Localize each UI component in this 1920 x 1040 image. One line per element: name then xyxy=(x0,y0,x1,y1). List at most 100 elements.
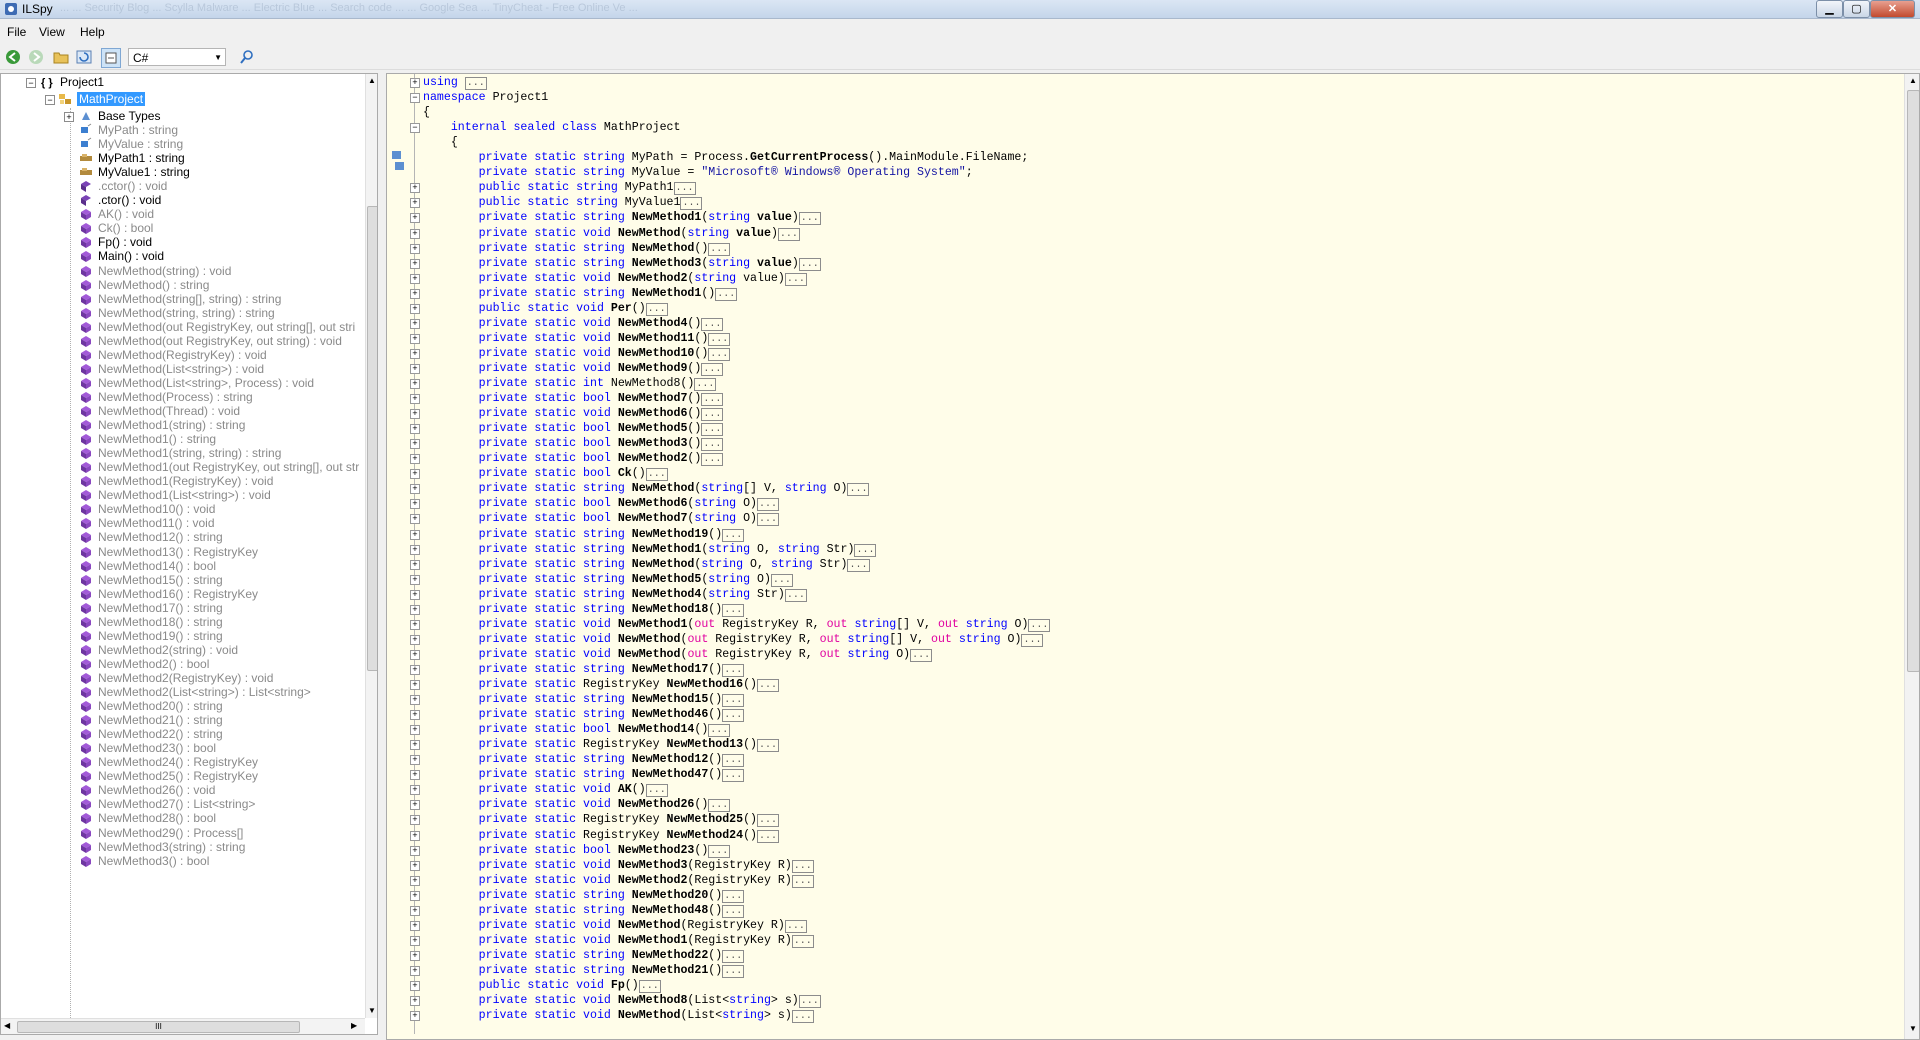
collapsed-region-marker[interactable]: ... xyxy=(708,242,731,256)
collapsed-region-marker[interactable]: ... xyxy=(791,874,814,888)
expand-fold-icon[interactable]: + xyxy=(410,785,420,796)
expand-fold-icon[interactable]: + xyxy=(410,529,420,540)
expand-fold-icon[interactable]: + xyxy=(410,484,420,495)
collapsed-region-marker[interactable]: ... xyxy=(645,468,668,482)
expand-fold-icon[interactable]: + xyxy=(410,815,420,826)
collapsed-region-marker[interactable]: ... xyxy=(722,904,745,918)
collapsed-region-marker[interactable]: ... xyxy=(701,408,724,422)
expand-fold-icon[interactable]: + xyxy=(410,198,420,209)
collapsed-region-marker[interactable]: ... xyxy=(756,814,779,828)
collapsed-region-marker[interactable]: ... xyxy=(722,663,745,677)
collapsed-region-marker[interactable]: ... xyxy=(722,528,745,542)
expand-fold-icon[interactable]: + xyxy=(410,740,420,751)
expand-base-types-expander[interactable]: + xyxy=(64,112,74,122)
scroll-right-icon[interactable]: ▶ xyxy=(351,1021,357,1030)
collapsed-region-marker[interactable]: ... xyxy=(784,272,807,286)
menu-help[interactable]: Help xyxy=(80,25,105,39)
collapsed-region-marker[interactable]: ... xyxy=(757,498,780,512)
collapsed-region-marker[interactable]: ... xyxy=(910,648,933,662)
collapse-project-expander[interactable]: − xyxy=(26,78,36,88)
collapsed-region-marker[interactable]: ... xyxy=(784,919,807,933)
expand-fold-icon[interactable]: + xyxy=(410,800,420,811)
expand-fold-icon[interactable]: + xyxy=(410,890,420,901)
scroll-down-icon[interactable]: ▼ xyxy=(1909,1024,1917,1033)
collapsed-region-marker[interactable]: ... xyxy=(708,347,731,361)
expand-fold-icon[interactable]: + xyxy=(410,619,420,630)
collapsed-region-marker[interactable]: ... xyxy=(708,332,731,346)
expand-fold-icon[interactable]: + xyxy=(410,213,420,224)
collapsed-region-marker[interactable]: ... xyxy=(757,513,780,527)
expand-fold-icon[interactable]: + xyxy=(410,695,420,706)
collapsed-region-marker[interactable]: ... xyxy=(701,423,724,437)
expand-fold-icon[interactable]: + xyxy=(410,228,420,239)
expand-fold-icon[interactable]: + xyxy=(410,379,420,389)
minimize-button[interactable]: ▁ xyxy=(1816,0,1843,18)
collapsed-region-marker[interactable]: ... xyxy=(715,287,738,301)
collapsed-region-marker[interactable]: ... xyxy=(756,739,779,753)
expand-fold-icon[interactable]: + xyxy=(410,424,420,435)
collapse-fold-icon[interactable]: − xyxy=(410,123,420,134)
expand-fold-icon[interactable]: + xyxy=(410,589,420,600)
collapsed-region-marker[interactable]: ... xyxy=(722,964,745,978)
tree-scroll-thumb[interactable] xyxy=(367,206,377,671)
collapsed-region-marker[interactable]: ... xyxy=(701,453,724,467)
expand-fold-icon[interactable]: + xyxy=(410,514,420,525)
expand-fold-icon[interactable]: + xyxy=(410,649,420,660)
expand-fold-icon[interactable]: + xyxy=(410,875,420,886)
expand-fold-icon[interactable]: + xyxy=(410,333,420,344)
collapsed-region-marker[interactable]: ... xyxy=(701,362,724,376)
collapsed-region-marker[interactable]: ... xyxy=(798,995,821,1009)
expand-fold-icon[interactable]: + xyxy=(410,183,420,194)
expand-fold-icon[interactable]: + xyxy=(410,318,420,329)
code-scroll-thumb[interactable] xyxy=(1907,90,1919,672)
collapsed-region-marker[interactable]: ... xyxy=(722,709,745,723)
collapsed-region-marker[interactable]: ... xyxy=(708,724,731,738)
expand-fold-icon[interactable]: + xyxy=(410,710,420,721)
tree-hscroll-thumb[interactable]: III xyxy=(17,1021,300,1033)
expand-fold-icon[interactable]: + xyxy=(410,770,420,781)
expand-fold-icon[interactable]: + xyxy=(410,950,420,961)
search-icon[interactable] xyxy=(238,48,256,66)
expand-fold-icon[interactable]: + xyxy=(410,845,420,856)
collapsed-region-marker[interactable]: ... xyxy=(708,844,731,858)
collapsed-region-marker[interactable]: ... xyxy=(701,317,724,331)
expand-fold-icon[interactable]: + xyxy=(410,830,420,841)
tree-vertical-scrollbar[interactable]: ▲ ▼ xyxy=(365,74,377,1018)
expand-fold-icon[interactable]: + xyxy=(410,755,420,766)
expand-fold-icon[interactable]: + xyxy=(410,634,420,645)
expand-fold-icon[interactable]: + xyxy=(410,78,420,88)
collapsed-region-marker[interactable]: ... xyxy=(673,182,696,196)
scroll-up-icon[interactable]: ▲ xyxy=(368,76,376,85)
tree-horizontal-scrollbar[interactable]: ◀ III ▶ xyxy=(1,1018,365,1034)
collapsed-region-marker[interactable]: ... xyxy=(756,829,779,843)
expand-fold-icon[interactable]: + xyxy=(410,348,420,359)
expand-fold-icon[interactable]: + xyxy=(410,303,420,314)
expand-fold-icon[interactable]: + xyxy=(410,935,420,946)
expand-fold-icon[interactable]: + xyxy=(410,920,420,931)
collapsed-region-marker[interactable]: ... xyxy=(1028,618,1051,632)
collapsed-region-marker[interactable]: ... xyxy=(464,77,487,90)
expand-fold-icon[interactable]: + xyxy=(410,574,420,585)
expand-fold-icon[interactable]: + xyxy=(410,604,420,615)
scroll-down-icon[interactable]: ▼ xyxy=(368,1006,376,1015)
code-vertical-scrollbar[interactable]: ▲ ▼ xyxy=(1904,74,1919,1039)
tree-node-namespace[interactable]: { } Project1 xyxy=(41,74,104,91)
maximize-button[interactable]: ▢ xyxy=(1843,0,1870,18)
scroll-up-icon[interactable]: ▲ xyxy=(1909,76,1917,85)
expand-fold-icon[interactable]: + xyxy=(410,664,420,675)
scroll-left-icon[interactable]: ◀ xyxy=(4,1021,10,1030)
expand-fold-icon[interactable]: + xyxy=(410,996,420,1007)
menu-file[interactable]: File xyxy=(7,25,26,39)
expand-fold-icon[interactable]: + xyxy=(410,1011,420,1022)
expand-fold-icon[interactable]: + xyxy=(410,981,420,991)
collapsed-region-marker[interactable]: ... xyxy=(694,378,717,391)
collapsed-region-marker[interactable]: ... xyxy=(798,257,821,271)
expand-fold-icon[interactable]: + xyxy=(410,288,420,299)
collapsed-region-marker[interactable]: ... xyxy=(645,302,668,316)
tree-member-item[interactable]: NewMethod3() : bool xyxy=(79,853,209,870)
expand-fold-icon[interactable]: + xyxy=(410,454,420,465)
collapsed-region-marker[interactable]: ... xyxy=(756,679,779,692)
expand-fold-icon[interactable]: + xyxy=(410,499,420,510)
expand-fold-icon[interactable]: + xyxy=(410,860,420,871)
collapsed-region-marker[interactable]: ... xyxy=(645,784,668,798)
